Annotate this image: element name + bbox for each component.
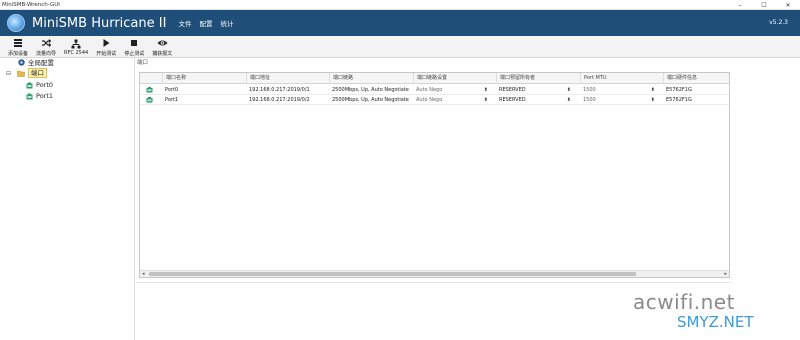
mtu-select[interactable]: 1500 ⬍ [580,86,655,94]
play-icon [101,38,111,49]
start-test-button[interactable]: 开始测试 [92,36,120,58]
dropdown-arrows-icon: ⬍ [566,97,571,103]
dropdown-arrows-icon: ⬍ [483,97,488,103]
dropdown-arrows-icon: ⬍ [566,87,571,93]
config-tree: 全局配置 ⊟ 端口 Port0 Port1 [0,58,135,340]
stop-icon [129,38,139,49]
tree-item-port0-label: Port0 [36,81,54,89]
shuffle-icon [41,38,52,49]
divider [136,282,732,283]
col-port-mtu[interactable]: Port MTU [580,73,607,84]
minimize-button[interactable]: – [728,0,752,10]
close-button[interactable]: ✕ [776,0,800,10]
tree-item-port0[interactable]: Port0 [26,80,53,90]
table-row[interactable]: Port0 192.168.0.217:2019/0/1 2500Mbps, U… [140,85,729,95]
settings-icon [18,58,25,66]
link-setting-value: Auto Nego [416,97,443,103]
table-row[interactable]: Port1 192.168.0.217:2019/0/2 2500Mbps, U… [140,95,729,105]
scroll-left-icon[interactable]: ◂ [142,271,145,277]
owner-select[interactable]: RESERVED ⬍ [496,96,571,104]
port-icon [26,93,33,100]
scrollbar-thumb[interactable] [149,272,636,276]
toolbar: 添加设备 流量向导 RFC 2544 开始测试 停止测试 捕获报文 [0,36,800,58]
cell-port-link: 2500Mbps, Up, Auto Negotiate [332,97,409,103]
app-name: MiniSMB Hurricane II [32,15,167,31]
cell-hw-info: E5762F1G [666,87,692,93]
col-reserved-owner[interactable]: 端口预留所有者 [496,73,535,84]
window-titlebar: MiniSMB-Wrench-GUI – ☐ ✕ [0,0,800,10]
port-icon [146,87,153,95]
cell-port-name: Port1 [165,97,179,103]
tree-item-global-label: 全局配置 [28,59,54,67]
link-setting-value: Auto Nego [416,87,443,93]
menu-config[interactable]: 配置 [199,18,212,28]
col-hw-info[interactable]: 端口硬件信息 [663,73,697,84]
collapse-icon[interactable]: ⊟ [6,70,11,77]
port-icon [146,97,153,105]
cell-port-address: 192.168.0.217:2019/0/2 [249,97,310,103]
section-label: 端口 [137,60,149,66]
col-port-address[interactable]: 端口地址 [246,73,270,84]
traffic-wizard-label: 流量向导 [36,50,57,57]
stop-test-button[interactable]: 停止测试 [120,36,148,58]
horizontal-scrollbar[interactable]: ◂ ▸ [140,270,729,277]
tree-item-global[interactable]: 全局配置 [18,57,54,67]
cell-port-name: Port0 [165,87,179,93]
folder-icon [17,70,25,77]
menu-stats[interactable]: 统计 [220,18,233,28]
watermark-smyz: SMYZ.NET [677,313,754,331]
col-port-name[interactable]: 端口名称 [162,73,186,84]
capture-packets-label: 捕获报文 [152,50,173,57]
cell-port-link: 2500Mbps, Up, Auto Negotiate [332,87,409,93]
dropdown-arrows-icon: ⬍ [650,97,655,103]
app-header: MiniSMB Hurricane II 文件 配置 统计 v5.2.3 [0,10,800,36]
mtu-value: 1500 [583,87,596,93]
table-header: 端口名称 端口地址 端口链路 端口链路设置 端口预留所有者 Port MTU 端… [140,73,729,84]
mtu-value: 1500 [583,97,596,103]
capture-packets-button[interactable]: 捕获报文 [148,36,176,58]
add-device-button[interactable]: 添加设备 [4,36,32,58]
watermark-acwifi: acwifi.net [633,290,735,314]
ports-table: 端口名称 端口地址 端口链路 端口链路设置 端口预留所有者 Port MTU 端… [139,72,730,278]
owner-value: RESERVED [499,87,526,93]
server-icon [13,38,23,49]
rfc2544-button[interactable]: RFC 2544 [60,36,92,58]
stop-test-label: 停止测试 [124,50,145,57]
start-test-label: 开始测试 [96,50,117,57]
cell-hw-info: E5762F1G [666,97,692,103]
port-icon [26,82,33,89]
maximize-button[interactable]: ☐ [752,0,776,10]
app-version: v5.2.3 [769,19,788,26]
menu-file[interactable]: 文件 [178,18,191,28]
window-controls: – ☐ ✕ [728,0,800,10]
tree-item-ports-label: 端口 [28,68,48,78]
tree-item-port1-label: Port1 [36,92,54,100]
mtu-select[interactable]: 1500 ⬍ [580,96,655,104]
scroll-right-icon[interactable]: ▸ [724,271,727,277]
cell-port-address: 192.168.0.217:2019/0/1 [249,87,310,93]
tree-item-ports[interactable]: ⊟ 端口 [6,68,48,78]
add-device-label: 添加设备 [8,50,29,57]
col-link-setting[interactable]: 端口链路设置 [413,73,447,84]
app-logo-icon [7,14,25,32]
owner-select[interactable]: RESERVED ⬍ [496,86,571,94]
owner-value: RESERVED [499,97,526,103]
network-icon [71,38,81,49]
tree-item-port1[interactable]: Port1 [26,91,53,101]
eye-icon [157,38,168,49]
dropdown-arrows-icon: ⬍ [483,87,488,93]
col-port-link[interactable]: 端口链路 [329,73,353,84]
menu-bar: 文件 配置 统计 [178,18,233,28]
rfc2544-label: RFC 2544 [64,50,89,56]
dropdown-arrows-icon: ⬍ [650,87,655,93]
link-setting-select[interactable]: Auto Nego ⬍ [413,96,488,104]
link-setting-select[interactable]: Auto Nego ⬍ [413,86,488,94]
window-title: MiniSMB-Wrench-GUI [2,1,60,8]
traffic-wizard-button[interactable]: 流量向导 [32,36,60,58]
